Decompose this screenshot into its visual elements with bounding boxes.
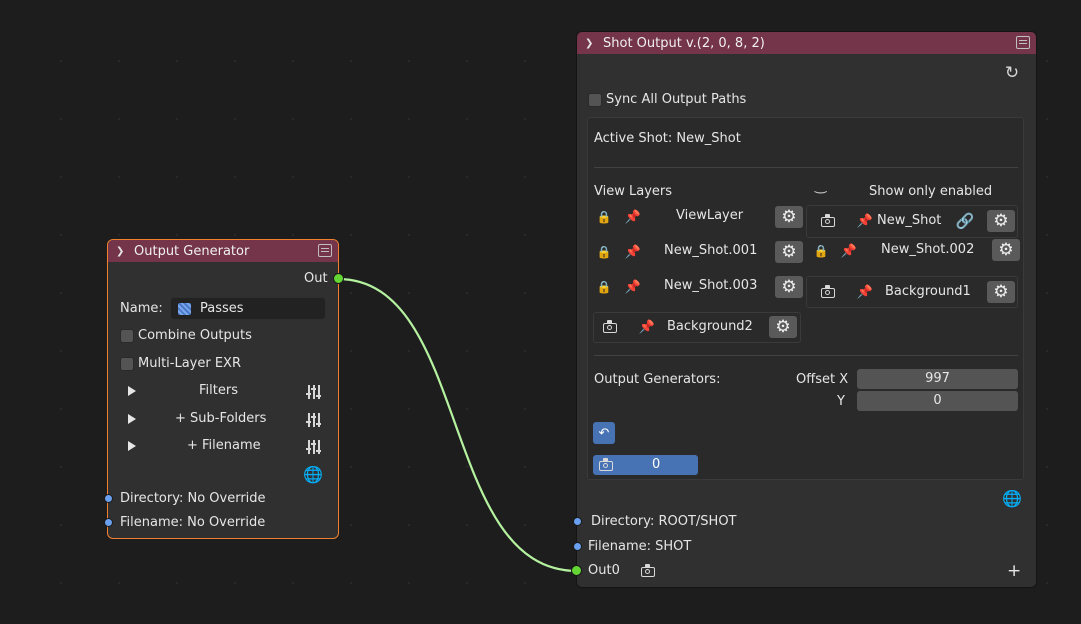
offset-x-label: Offset X [796, 372, 849, 387]
gear-icon[interactable]: ⚙ [775, 206, 803, 228]
sliders-icon[interactable] [305, 383, 323, 401]
y-label: Y [837, 394, 845, 409]
eye-toggle-icon[interactable]: ‿ [815, 178, 826, 194]
layer-name[interactable]: ViewLayer [676, 208, 743, 223]
layer-lock-icon[interactable]: 🔒 [813, 243, 829, 259]
output-generators-label: Output Generators: [594, 372, 721, 387]
sliders-icon[interactable] [305, 411, 323, 429]
sub-folders-label[interactable]: + Sub-Folders [175, 411, 266, 426]
node-menu-icon[interactable] [318, 244, 332, 257]
name-label: Name: [120, 301, 163, 316]
globe-icon[interactable]: 🌐 [303, 465, 323, 484]
pin-icon[interactable]: 📌 [624, 208, 642, 226]
camera-value: 0 [652, 457, 661, 472]
layer-name[interactable]: Background2 [667, 319, 753, 334]
layer-lock-icon[interactable]: 🔒 [596, 209, 612, 225]
gear-icon[interactable]: ⚙ [775, 241, 803, 263]
layer-name[interactable]: New_Shot.003 [664, 278, 757, 293]
pin-icon[interactable]: 📌 [638, 318, 656, 336]
name-value: Passes [200, 301, 244, 316]
chevron-down-icon[interactable]: ❯ [585, 38, 597, 49]
camera-icon[interactable] [602, 320, 618, 336]
gear-icon[interactable]: ⚙ [987, 281, 1015, 303]
camera-icon[interactable] [820, 285, 836, 301]
layer-name[interactable]: New_Shot.001 [664, 243, 757, 258]
chevron-down-icon[interactable]: ❯ [116, 246, 128, 257]
pin-icon[interactable]: 📌 [856, 212, 874, 230]
out-socket-label: Out [304, 271, 328, 286]
combine-outputs-label: Combine Outputs [138, 328, 252, 343]
node-title: Output Generator [134, 243, 250, 259]
multi-layer-exr-label: Multi-Layer EXR [138, 356, 241, 371]
directory-socket[interactable] [104, 494, 113, 503]
link-icon[interactable]: 🔗 [956, 212, 975, 230]
filename-socket[interactable] [573, 542, 582, 551]
directory-label: Directory: ROOT/SHOT [591, 514, 737, 529]
divider [594, 355, 1018, 356]
out0-label: Out0 [588, 563, 620, 578]
active-shot-label: Active Shot: New_Shot [594, 131, 741, 146]
refresh-icon[interactable]: ↻ [1003, 63, 1021, 83]
filters-label[interactable]: Filters [199, 383, 238, 398]
pin-icon[interactable]: 📌 [840, 242, 858, 260]
layer-lock-icon[interactable]: 🔒 [596, 244, 612, 260]
camera-icon[interactable] [640, 564, 656, 579]
show-only-enabled-label: Show only enabled [869, 184, 993, 199]
sync-all-label: Sync All Output Paths [606, 92, 747, 107]
filename-socket[interactable] [104, 518, 113, 527]
node-title: Shot Output v.(2, 0, 8, 2) [603, 35, 765, 51]
play-triangle-icon[interactable] [126, 413, 138, 425]
node-menu-icon[interactable] [1016, 36, 1030, 49]
directory-socket[interactable] [573, 517, 582, 526]
offset-x-field[interactable]: 997 [857, 369, 1018, 389]
multi-layer-exr-checkbox[interactable] [120, 357, 134, 371]
gear-icon[interactable]: ⚙ [992, 239, 1020, 261]
directory-label: Directory: No Override [120, 491, 266, 506]
layer-name[interactable]: New_Shot [877, 213, 941, 228]
layer-name[interactable]: Background1 [885, 284, 971, 299]
combine-outputs-checkbox[interactable] [120, 329, 134, 343]
add-output-button[interactable]: + [1007, 561, 1021, 581]
layer-lock-icon[interactable]: 🔒 [596, 279, 612, 295]
name-field[interactable]: Passes [170, 297, 326, 320]
gear-icon[interactable]: ⚙ [775, 276, 803, 298]
view-layers-label: View Layers [594, 184, 672, 199]
pin-icon[interactable]: 📌 [624, 278, 642, 296]
filename-label: Filename: SHOT [588, 539, 692, 554]
node-header[interactable]: ❯ Shot Output v.(2, 0, 8, 2) [577, 32, 1036, 54]
node-tree-button[interactable]: ↶ [593, 422, 615, 444]
sliders-icon[interactable] [305, 438, 323, 456]
gear-icon[interactable]: ⚙ [769, 316, 797, 338]
camera-field[interactable]: 0 [593, 455, 698, 475]
camera-icon [598, 458, 614, 473]
layer-name[interactable]: New_Shot.002 [881, 242, 974, 257]
globe-icon[interactable]: 🌐 [1002, 489, 1022, 508]
node-header[interactable]: ❯ Output Generator [108, 240, 338, 262]
image-icon [178, 303, 191, 315]
filename-label: Filename: No Override [120, 515, 266, 530]
sync-all-checkbox[interactable] [588, 93, 602, 107]
y-field[interactable]: 0 [857, 391, 1018, 411]
pin-icon[interactable]: 📌 [624, 243, 642, 261]
play-triangle-icon[interactable] [126, 440, 138, 452]
divider [594, 167, 1018, 168]
out-socket[interactable] [333, 273, 344, 284]
play-triangle-icon[interactable] [126, 385, 138, 397]
filename-row-label[interactable]: + Filename [187, 438, 261, 453]
pin-icon[interactable]: 📌 [856, 283, 874, 301]
camera-icon[interactable] [820, 214, 836, 230]
out0-socket[interactable] [571, 565, 582, 576]
gear-icon[interactable]: ⚙ [987, 210, 1015, 232]
